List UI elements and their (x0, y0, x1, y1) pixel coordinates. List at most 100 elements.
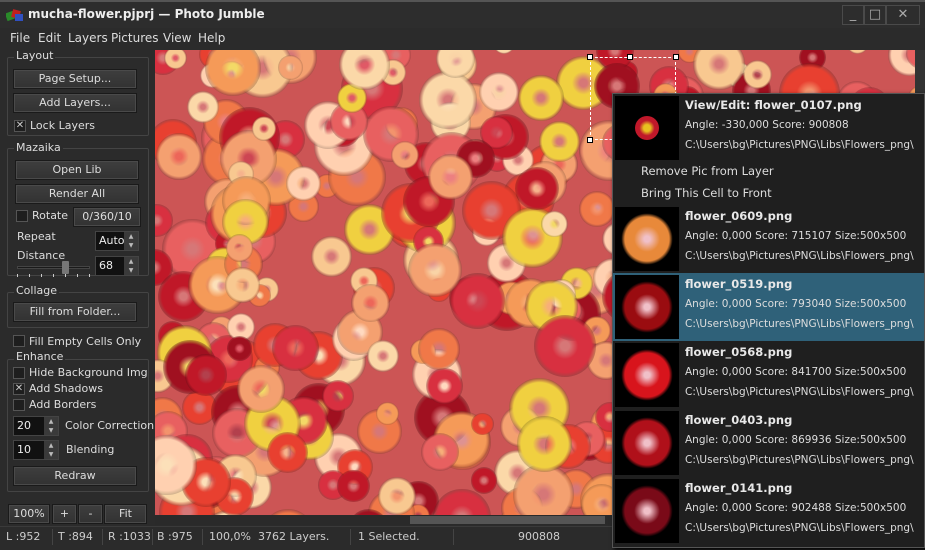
flower-thumbnail-icon (621, 485, 673, 537)
scrollbar-thumb[interactable] (410, 516, 605, 524)
flower-tile (272, 325, 319, 372)
menu-view[interactable]: View (163, 31, 191, 45)
current-pic-row[interactable]: View/Edit: flower_0107.png Angle: -330,0… (613, 94, 924, 162)
spin-arrows-icon[interactable]: ▲ ▼ (124, 257, 138, 275)
selection-handle[interactable] (587, 137, 593, 143)
blending-spinner[interactable]: 10 ▲ ▼ (13, 440, 59, 460)
flower-tile (286, 165, 321, 201)
status-layers: 3762 Layers. (258, 530, 330, 543)
flower-tile (470, 467, 498, 494)
pic-path: C:\Users\bg\Pictures\PNG\Libs\Flowers_pn… (685, 318, 914, 330)
spin-arrows-icon[interactable]: ▲ ▼ (124, 232, 138, 250)
bring-to-front-menu-item[interactable]: Bring This Cell to Front (641, 186, 772, 200)
distance-label: Distance (17, 249, 66, 262)
thumbnail (615, 411, 679, 475)
spin-arrows-icon[interactable]: ▲ ▼ (44, 417, 58, 435)
flower-tile (846, 50, 870, 54)
flower-thumbnail-icon (621, 417, 673, 469)
status-left: L :952 (6, 530, 41, 543)
current-pic-title: View/Edit: flower_0107.png (685, 98, 862, 112)
flower-thumbnail-icon (621, 213, 673, 265)
render-all-button[interactable]: Render All (15, 184, 139, 204)
remove-pic-menu-item[interactable]: Remove Pic from Layer (641, 164, 774, 178)
minimize-button[interactable]: _ (842, 5, 864, 25)
page-setup-button[interactable]: Page Setup... (13, 69, 137, 89)
hide-bg-checkbox[interactable] (13, 367, 25, 379)
current-pic-info: Angle: -330,000 Score: 900808 (685, 119, 849, 131)
open-lib-button[interactable]: Open Lib (15, 160, 139, 180)
distance-value: 68 (99, 259, 113, 272)
lock-layers-label: Lock Layers (30, 119, 95, 132)
flower-tile (516, 415, 573, 472)
selection-handle[interactable] (627, 54, 633, 60)
flower-tile (225, 234, 254, 262)
close-button[interactable]: ✕ (886, 5, 920, 25)
candidate-pic-row[interactable]: flower_0609.png Angle: 0,000 Score: 7151… (613, 205, 924, 273)
rotate-range-button[interactable]: 0/360/10 (73, 207, 141, 227)
horizontal-scrollbar[interactable] (155, 515, 610, 525)
lock-layers-checkbox[interactable]: ✕ (14, 120, 26, 132)
zoom-out-button[interactable]: - (78, 504, 103, 524)
spin-arrows-icon[interactable]: ▲ ▼ (44, 441, 58, 459)
fill-empty-checkbox[interactable] (13, 335, 25, 347)
flower-tile (419, 70, 477, 129)
maximize-button[interactable]: □ (864, 5, 886, 25)
menu-edit[interactable]: Edit (38, 31, 61, 45)
mazaika-label: Mazaika (14, 141, 63, 154)
menu-help[interactable]: Help (198, 31, 225, 45)
enhance-label: Enhance (14, 350, 66, 363)
redraw-button[interactable]: Redraw (13, 466, 137, 486)
selection-handle[interactable] (587, 54, 593, 60)
add-borders-checkbox[interactable] (13, 399, 25, 411)
flower-tile (492, 50, 515, 54)
flower-thumbnail-icon (635, 116, 659, 140)
title-bar: mucha-flower.pjprj — Photo Jumble _ □ ✕ (0, 0, 925, 28)
menu-pictures[interactable]: Pictures (111, 31, 159, 45)
flower-tile (390, 140, 420, 169)
color-correction-spinner[interactable]: 20 ▲ ▼ (13, 416, 59, 436)
zoom-fit-button[interactable]: Fit (104, 504, 147, 524)
pic-name: flower_0141.png (685, 481, 793, 495)
flower-tile (227, 336, 252, 361)
distance-slider[interactable] (17, 266, 90, 269)
fill-from-folder-button[interactable]: Fill from Folder... (13, 302, 137, 322)
zoom-100-button[interactable]: 100% (8, 504, 50, 524)
pic-path: C:\Users\bg\Pictures\PNG\Libs\Flowers_pn… (685, 454, 914, 466)
menu-file[interactable]: File (10, 31, 30, 45)
flower-tile (540, 210, 568, 238)
layout-label: Layout (14, 49, 56, 62)
thumbnail (615, 207, 679, 271)
add-layers-button[interactable]: Add Layers... (13, 93, 137, 113)
rotate-checkbox[interactable] (16, 210, 28, 222)
flower-thumbnail-icon (621, 281, 673, 333)
thumbnail (615, 96, 679, 160)
flower-tile (426, 367, 463, 405)
pic-path: C:\Users\bg\Pictures\PNG\Libs\Flowers_pn… (685, 250, 914, 262)
distance-slider-handle[interactable] (62, 261, 69, 274)
selection-handle[interactable] (673, 54, 679, 60)
candidate-pic-row[interactable]: flower_0519.png Angle: 0,000 Score: 7930… (613, 273, 924, 341)
distance-spinner[interactable]: 68 ▲ ▼ (95, 256, 139, 276)
menu-layers[interactable]: Layers (68, 31, 108, 45)
pic-name: flower_0403.png (685, 413, 793, 427)
flower-tile (408, 242, 463, 297)
flower-tile (538, 120, 580, 162)
flower-tile (337, 469, 370, 503)
status-selected: 1 Selected. (358, 530, 420, 543)
pic-info: Angle: 0,000 Score: 715107 Size:500x500 (685, 230, 907, 242)
flower-tile (515, 167, 559, 211)
flower-tile (471, 412, 494, 436)
color-correction-label: Color Correction (65, 419, 155, 432)
hide-bg-label: Hide Background Img (29, 366, 148, 379)
candidate-pic-row[interactable]: flower_0568.png Angle: 0,000 Score: 8417… (613, 341, 924, 409)
zoom-in-button[interactable]: + (52, 504, 77, 524)
collage-label: Collage (14, 284, 60, 297)
flower-tile (479, 71, 520, 112)
add-shadows-checkbox[interactable]: ✕ (13, 383, 25, 395)
status-zoom: 100,0% (209, 530, 251, 543)
candidate-pic-row[interactable]: flower_0403.png Angle: 0,000 Score: 8699… (613, 409, 924, 477)
candidate-pic-row[interactable]: flower_0141.png Angle: 0,000 Score: 9024… (613, 477, 924, 545)
repeat-spinner[interactable]: Auto ▲ ▼ (95, 231, 139, 251)
flower-tile (417, 328, 460, 370)
thumbnail (615, 275, 679, 339)
